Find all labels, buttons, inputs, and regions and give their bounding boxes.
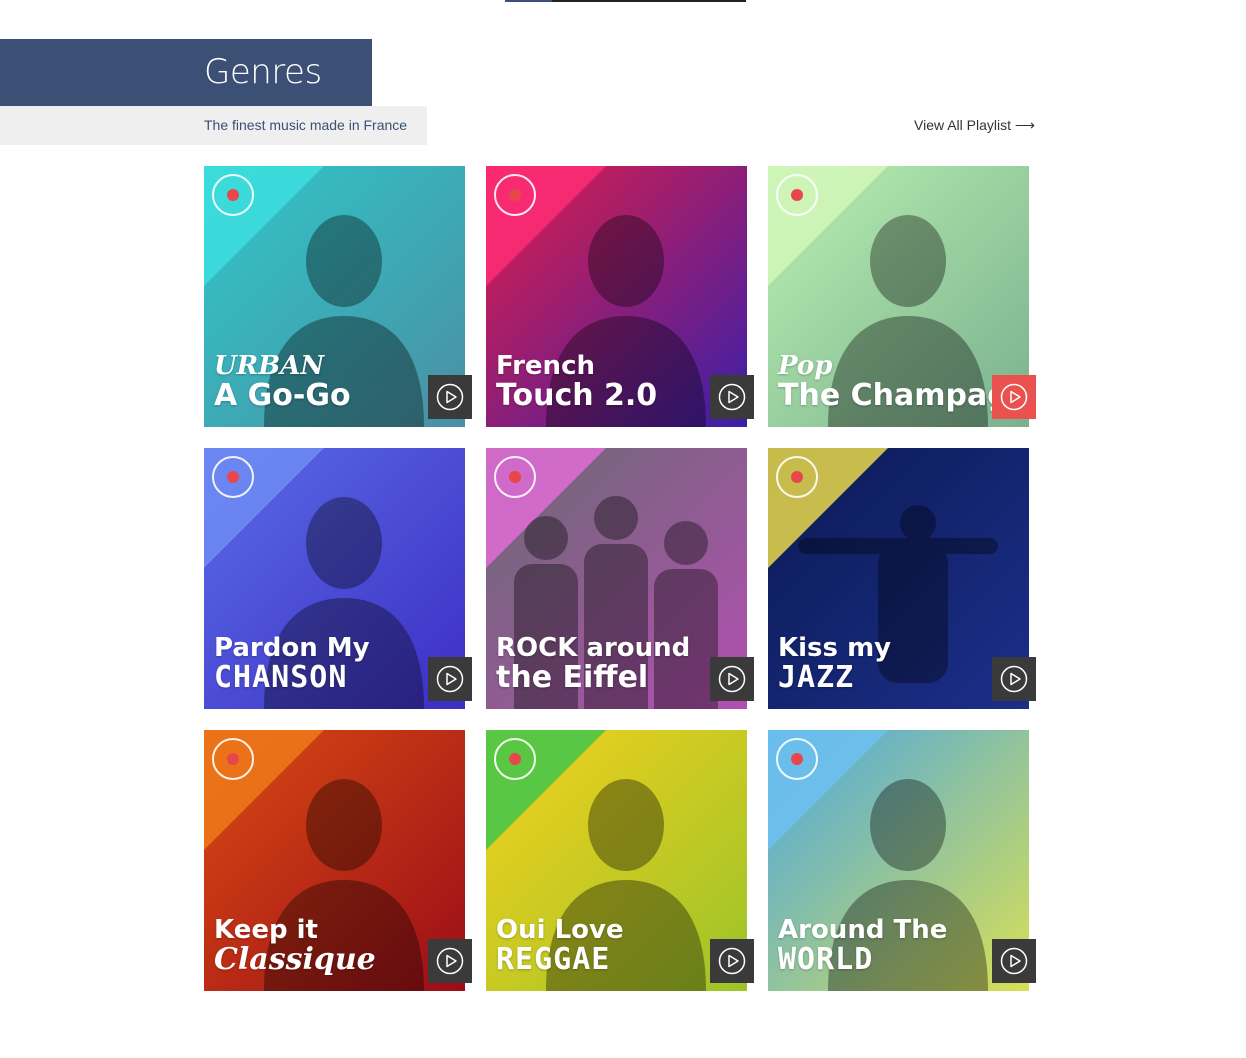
play-button[interactable]	[710, 657, 754, 701]
what-the-france-logo-icon	[212, 174, 254, 216]
playlist-cover-art: Around The WORLD	[768, 730, 1029, 991]
play-button[interactable]	[428, 657, 472, 701]
playlist-cover-art: Oui Love REGGAE	[486, 730, 747, 991]
top-scroll-indicator-progress	[505, 0, 552, 2]
playlist-title-line1: Pardon My	[214, 633, 370, 663]
what-the-france-logo-icon	[776, 738, 818, 780]
playlist-title-line2: Touch 2.0	[496, 378, 658, 413]
playlist-title: ROCK around the Eiffel	[496, 635, 690, 693]
play-icon	[718, 947, 746, 975]
play-icon	[436, 947, 464, 975]
play-button[interactable]	[992, 939, 1036, 983]
playlist-cover-art: ROCK around the Eiffel	[486, 448, 747, 709]
playlist-title: Oui Love REGGAE	[496, 917, 624, 975]
playlist-title: French Touch 2.0	[496, 353, 657, 411]
playlist-grid: URBAN A Go-Go French Touch 2.0 Pop The Champa…	[204, 166, 1036, 991]
playlist-title: Kiss my JAZZ	[778, 635, 891, 693]
playlist-card[interactable]: Pop The Champag	[768, 166, 1036, 427]
play-icon	[1000, 947, 1028, 975]
playlist-title-line1: ROCK around	[496, 633, 691, 663]
rooster-icon	[791, 471, 803, 483]
playlist-title-line2: The Champag	[778, 378, 1009, 413]
rooster-icon	[227, 471, 239, 483]
top-scroll-indicator	[505, 0, 746, 2]
playlist-cover-art: Kiss my JAZZ	[768, 448, 1029, 709]
play-button[interactable]	[992, 657, 1036, 701]
playlist-cover-art: Pop The Champag	[768, 166, 1029, 427]
rooster-icon	[791, 753, 803, 765]
playlist-title-line2: REGGAE	[496, 942, 611, 977]
playlist-title-line2: Classique	[214, 942, 376, 977]
playlist-title-line2: A Go-Go	[214, 378, 351, 413]
playlist-card[interactable]: Pardon My CHANSON	[204, 448, 472, 709]
play-icon	[718, 383, 746, 411]
rooster-icon	[791, 189, 803, 201]
play-button[interactable]	[710, 939, 754, 983]
what-the-france-logo-icon	[212, 738, 254, 780]
playlist-title-line2: JAZZ	[778, 660, 855, 695]
playlist-title-line1: Pop	[778, 351, 833, 381]
section-title-bar: Genres	[0, 39, 372, 106]
play-icon	[718, 665, 746, 693]
section-title: Genres	[204, 52, 322, 92]
playlist-cover-art: URBAN A Go-Go	[204, 166, 465, 427]
playlist-title-line1: URBAN	[214, 351, 325, 381]
playlist-card[interactable]: Around The WORLD	[768, 730, 1036, 991]
rooster-icon	[227, 189, 239, 201]
rooster-icon	[509, 471, 521, 483]
rooster-icon	[227, 753, 239, 765]
what-the-france-logo-icon	[494, 738, 536, 780]
rooster-icon	[509, 189, 521, 201]
play-button[interactable]	[428, 375, 472, 419]
playlist-title-line1: French	[496, 351, 595, 381]
playlist-title: URBAN A Go-Go	[214, 353, 351, 411]
playlist-cover-art: French Touch 2.0	[486, 166, 747, 427]
playlist-card[interactable]: URBAN A Go-Go	[204, 166, 472, 427]
playlist-title-line1: Oui Love	[496, 915, 624, 945]
what-the-france-logo-icon	[494, 174, 536, 216]
playlist-title: Pardon My CHANSON	[214, 635, 370, 693]
playlist-card[interactable]: Oui Love REGGAE	[486, 730, 754, 991]
playlist-title: Around The WORLD	[778, 917, 947, 975]
play-icon	[436, 665, 464, 693]
playlist-card[interactable]: Kiss my JAZZ	[768, 448, 1036, 709]
play-button[interactable]	[992, 375, 1036, 419]
playlist-title: Keep it Classique	[214, 917, 376, 975]
playlist-title-line1: Around The	[778, 915, 948, 945]
playlist-title-line2: WORLD	[778, 942, 874, 977]
play-button[interactable]	[428, 939, 472, 983]
what-the-france-logo-icon	[494, 456, 536, 498]
play-button[interactable]	[710, 375, 754, 419]
playlist-title-line1: Kiss my	[778, 633, 892, 663]
playlist-card[interactable]: Keep it Classique	[204, 730, 472, 991]
rooster-icon	[509, 753, 521, 765]
view-all-playlist-link[interactable]: View All Playlist ⟶	[914, 116, 1035, 134]
playlist-title-line2: the Eiffel	[496, 660, 649, 695]
play-icon	[1000, 665, 1028, 693]
playlist-title-line1: Keep it	[214, 915, 318, 945]
playlist-title: Pop The Champag	[778, 353, 1009, 411]
playlist-card[interactable]: French Touch 2.0	[486, 166, 754, 427]
play-icon	[436, 383, 464, 411]
playlist-card[interactable]: ROCK around the Eiffel	[486, 448, 754, 709]
play-icon	[1000, 383, 1028, 411]
playlist-title-line2: CHANSON	[214, 660, 348, 695]
what-the-france-logo-icon	[776, 456, 818, 498]
section-subtitle: The finest music made in France	[204, 117, 408, 133]
section-subtitle-bar: The finest music made in France	[0, 106, 427, 145]
playlist-cover-art: Keep it Classique	[204, 730, 465, 991]
what-the-france-logo-icon	[776, 174, 818, 216]
playlist-cover-art: Pardon My CHANSON	[204, 448, 465, 709]
what-the-france-logo-icon	[212, 456, 254, 498]
